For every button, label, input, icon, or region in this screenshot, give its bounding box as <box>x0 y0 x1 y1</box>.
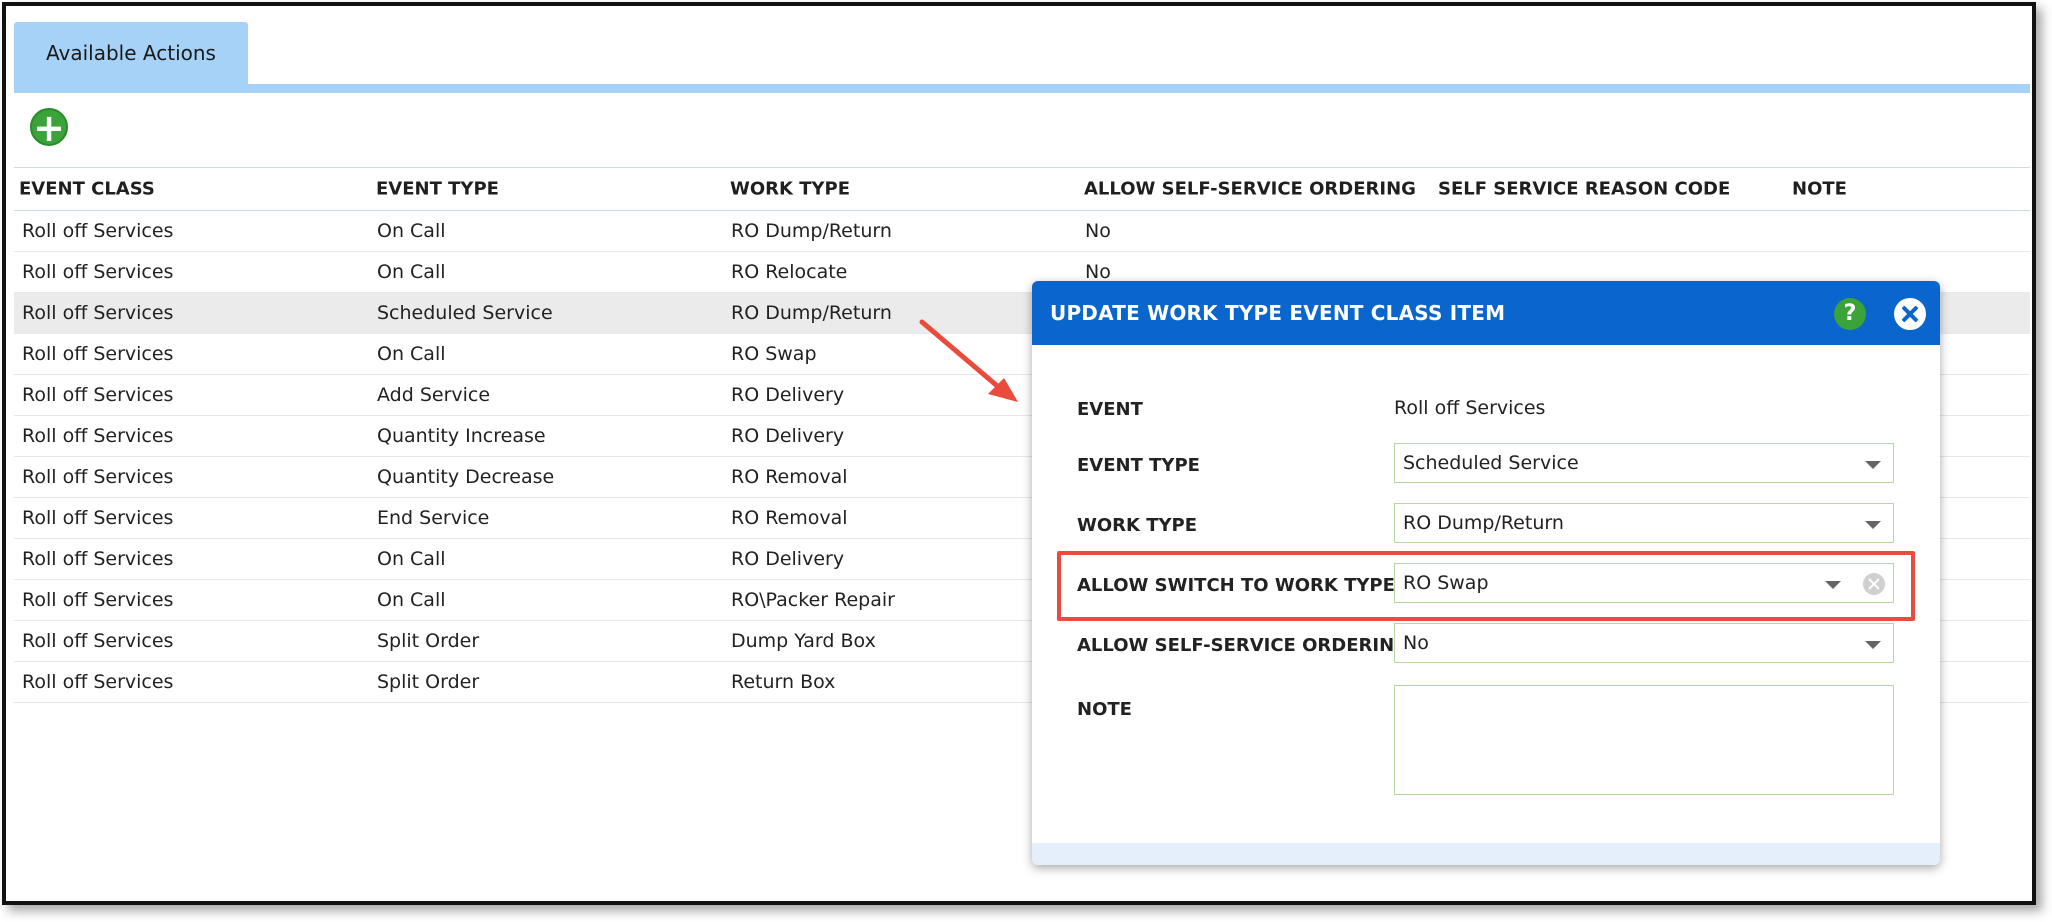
table-cell: Split Order <box>377 671 480 693</box>
update-dialog: UPDATE WORK TYPE EVENT CLASS ITEM ? EVEN… <box>1032 281 1940 865</box>
table-cell: No <box>1085 261 1111 283</box>
table-cell: Roll off Services <box>22 220 174 242</box>
table-cell: Roll off Services <box>22 507 174 529</box>
table-cell: RO Removal <box>731 466 848 488</box>
work-type-value: RO Dump/Return <box>1403 512 1564 534</box>
table-cell: Roll off Services <box>22 302 174 324</box>
table-cell: Roll off Services <box>22 589 174 611</box>
event-type-value: Scheduled Service <box>1403 452 1579 474</box>
chevron-down-icon[interactable] <box>1865 641 1881 649</box>
table-cell: On Call <box>377 220 446 242</box>
tab-strip <box>14 84 2030 93</box>
table-cell: RO\Packer Repair <box>731 589 895 611</box>
event-value: Roll off Services <box>1394 397 1546 419</box>
chevron-down-icon[interactable] <box>1865 461 1881 469</box>
self-service-select[interactable]: No <box>1394 623 1894 663</box>
column-header-event-class[interactable]: EVENT CLASS <box>19 179 155 200</box>
help-icon[interactable]: ? <box>1834 298 1866 330</box>
table-cell: On Call <box>377 343 446 365</box>
table-cell: Roll off Services <box>22 630 174 652</box>
annotation-arrow-icon <box>919 319 1018 402</box>
work-type-label: WORK TYPE <box>1077 515 1198 536</box>
table-cell: On Call <box>377 548 446 570</box>
table-cell: Roll off Services <box>22 466 174 488</box>
dialog-title: UPDATE WORK TYPE EVENT CLASS ITEM <box>1050 301 1506 325</box>
table-cell: RO Swap <box>731 343 817 365</box>
note-textarea[interactable] <box>1394 685 1894 795</box>
tab-available-actions[interactable]: Available Actions <box>14 22 248 84</box>
event-type-select[interactable]: Scheduled Service <box>1394 443 1894 483</box>
table-cell: On Call <box>377 261 446 283</box>
table-cell: Roll off Services <box>22 384 174 406</box>
column-header-allow-self-service[interactable]: ALLOW SELF-SERVICE ORDERING <box>1084 179 1416 200</box>
table-cell: Roll off Services <box>22 261 174 283</box>
table-cell: On Call <box>377 589 446 611</box>
table-cell: Add Service <box>377 384 491 406</box>
table-cell: Scheduled Service <box>377 302 553 324</box>
table-cell: Quantity Increase <box>377 425 546 447</box>
note-label: NOTE <box>1077 699 1132 720</box>
annotation-highlight-box <box>1057 551 1915 621</box>
work-type-select[interactable]: RO Dump/Return <box>1394 503 1894 543</box>
close-icon[interactable] <box>1894 298 1926 330</box>
dialog-header: UPDATE WORK TYPE EVENT CLASS ITEM ? <box>1032 281 1940 345</box>
table-cell: Roll off Services <box>22 548 174 570</box>
chevron-down-icon[interactable] <box>1865 521 1881 529</box>
event-type-label: EVENT TYPE <box>1077 455 1200 476</box>
self-service-value: No <box>1403 632 1429 654</box>
add-icon[interactable]: + <box>30 108 68 147</box>
table-cell: Roll off Services <box>22 425 174 447</box>
table-cell: RO Dump/Return <box>731 220 892 242</box>
app-window: Available Actions + EVENT CLASS EVENT TY… <box>2 2 2036 905</box>
table-cell: RO Dump/Return <box>731 302 892 324</box>
event-label: EVENT <box>1077 399 1143 420</box>
column-header-work-type[interactable]: WORK TYPE <box>730 179 850 200</box>
table-cell: Roll off Services <box>22 671 174 693</box>
table-cell: Quantity Decrease <box>377 466 555 488</box>
dialog-footer <box>1032 843 1940 865</box>
table-cell: RO Relocate <box>731 261 848 283</box>
table-cell: Split Order <box>377 630 480 652</box>
table-cell: RO Delivery <box>731 425 845 447</box>
table-cell: RO Delivery <box>731 384 845 406</box>
table-cell: Return Box <box>731 671 836 693</box>
table-cell: RO Removal <box>731 507 848 529</box>
table-header: EVENT CLASS EVENT TYPE WORK TYPE ALLOW S… <box>14 167 2030 211</box>
table-row[interactable]: Roll off Services On Call RO Dump/Return No <box>14 211 2030 252</box>
table-cell: Roll off Services <box>22 343 174 365</box>
column-header-reason-code[interactable]: SELF SERVICE REASON CODE <box>1438 179 1730 200</box>
column-header-event-type[interactable]: EVENT TYPE <box>376 179 499 200</box>
self-service-label: ALLOW SELF-SERVICE ORDERING <box>1077 635 1409 656</box>
table-cell: RO Delivery <box>731 548 845 570</box>
table-cell: No <box>1085 220 1111 242</box>
table-cell: End Service <box>377 507 490 529</box>
column-header-note[interactable]: NOTE <box>1792 179 1847 200</box>
tab-bar: Available Actions <box>14 22 2030 93</box>
table-cell: Dump Yard Box <box>731 630 876 652</box>
